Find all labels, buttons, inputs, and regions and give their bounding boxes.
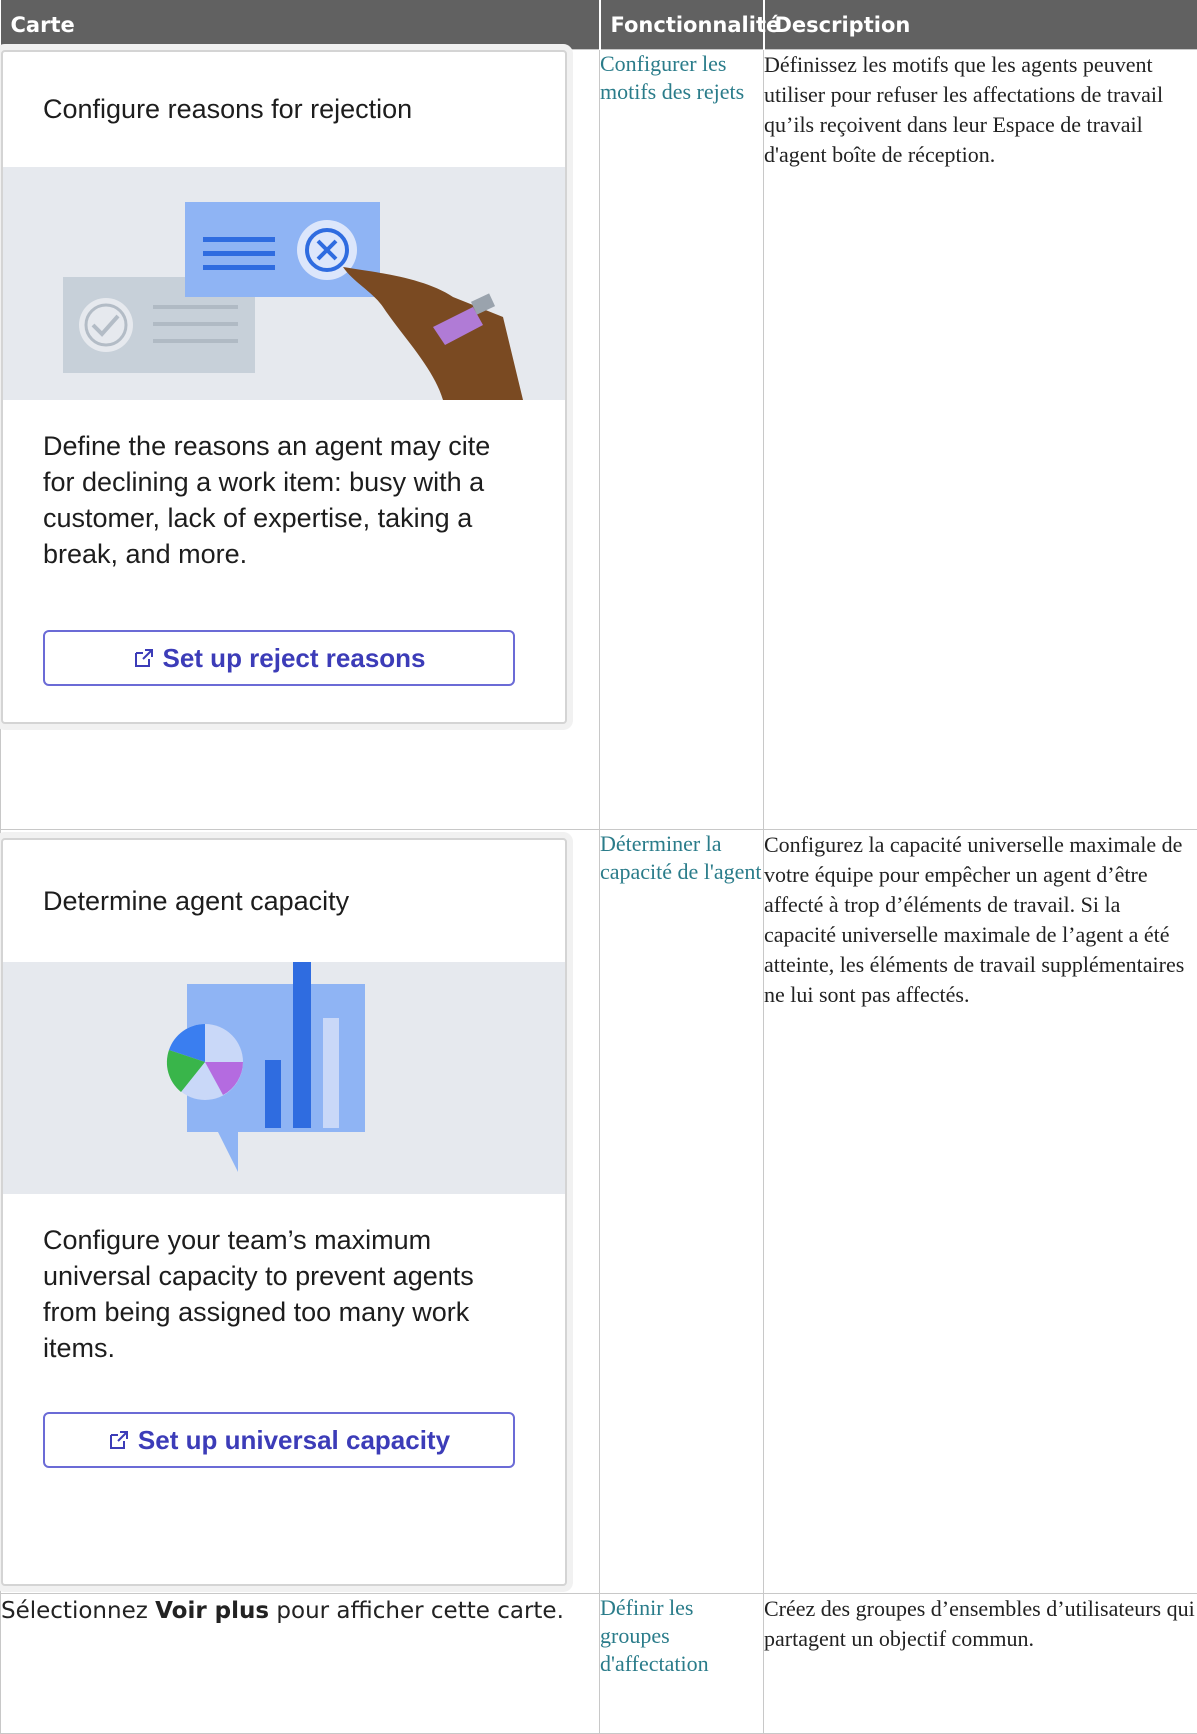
header-description: Description bbox=[764, 0, 1197, 50]
reject-hand-illustration-icon bbox=[3, 167, 565, 400]
card-description: Configure your team’s maximum universal … bbox=[3, 1194, 565, 1366]
feature-cell: Définir les groupes d'affectation bbox=[600, 1594, 764, 1734]
table-row: Sélectionnez Voir plus pour afficher cet… bbox=[1, 1594, 1197, 1734]
header-fonctionnalite: Fonctionnalité bbox=[600, 0, 764, 50]
see-more-note: Sélectionnez Voir plus pour afficher cet… bbox=[1, 1594, 600, 1734]
feature-link[interactable]: Définir les groupes d'affectation bbox=[600, 1595, 709, 1676]
button-label: Set up universal capacity bbox=[138, 1425, 450, 1456]
table-row: Configure reasons for rejection bbox=[1, 50, 1197, 830]
description-cell: Créez des groupes d’ensembles d’utilisat… bbox=[764, 1594, 1197, 1734]
note-prefix: Sélectionnez bbox=[1, 1598, 155, 1624]
external-link-icon bbox=[108, 1429, 130, 1451]
external-link-icon bbox=[133, 647, 155, 669]
feature-cell: Configurer les motifs des rejets bbox=[600, 50, 764, 830]
card-description: Define the reasons an agent may cite for… bbox=[3, 400, 565, 572]
agent-capacity-card: Determine agent capacity bbox=[1, 838, 567, 1586]
card-cell: Configure reasons for rejection bbox=[1, 50, 600, 830]
card-title: Configure reasons for rejection bbox=[3, 52, 565, 167]
header-carte: Carte bbox=[1, 0, 600, 50]
feature-link[interactable]: Configurer les motifs des rejets bbox=[600, 51, 744, 104]
reject-reasons-card: Configure reasons for rejection bbox=[1, 50, 567, 724]
features-table: Carte Fonctionnalité Description Configu… bbox=[0, 0, 1197, 1734]
set-up-universal-capacity-button[interactable]: Set up universal capacity bbox=[43, 1412, 515, 1468]
table-header-row: Carte Fonctionnalité Description bbox=[1, 0, 1197, 50]
description-cell: Définissez les motifs que les agents peu… bbox=[764, 50, 1197, 830]
capacity-chart-illustration-icon bbox=[3, 962, 565, 1194]
set-up-reject-reasons-button[interactable]: Set up reject reasons bbox=[43, 630, 515, 686]
voir-plus-label: Voir plus bbox=[155, 1598, 269, 1624]
button-label: Set up reject reasons bbox=[163, 643, 426, 674]
feature-link[interactable]: Déterminer la capacité de l'agent bbox=[600, 831, 762, 884]
feature-cell: Déterminer la capacité de l'agent bbox=[600, 830, 764, 1594]
table-row: Determine agent capacity bbox=[1, 830, 1197, 1594]
description-cell: Configurez la capacité universelle maxim… bbox=[764, 830, 1197, 1594]
card-cell: Determine agent capacity bbox=[1, 830, 600, 1594]
card-title: Determine agent capacity bbox=[3, 840, 565, 962]
note-suffix: pour afficher cette carte. bbox=[269, 1598, 564, 1624]
